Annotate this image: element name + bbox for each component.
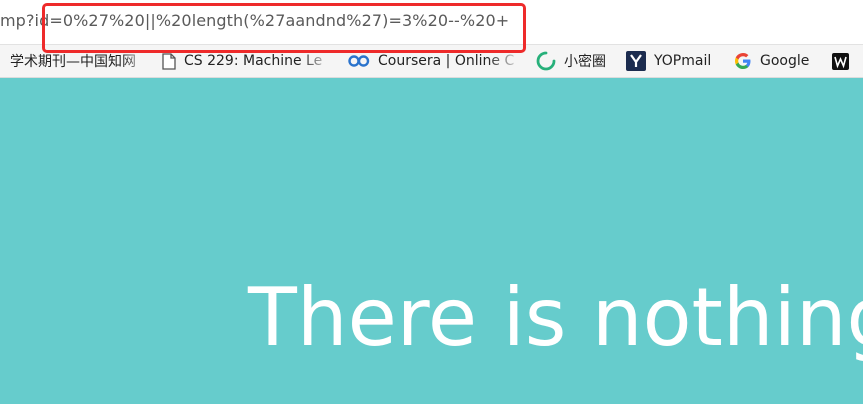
- document-icon: [162, 52, 176, 70]
- bookmark-label: 学术期刊—中国知网: [10, 54, 136, 70]
- bookmark-label: YOPmail: [654, 53, 712, 69]
- bookmark-label: Google: [760, 53, 810, 69]
- coursera-icon: [348, 55, 370, 67]
- bookmark-label: 小密圈: [564, 54, 606, 70]
- bookmark-yopmail[interactable]: YOPmail: [626, 45, 722, 77]
- wordpress-icon: [832, 52, 849, 70]
- bookmark-label: CS 229: Machine Le: [184, 53, 323, 69]
- red-highlight-box: [42, 3, 526, 53]
- google-icon: [734, 52, 752, 70]
- yopmail-icon: [626, 51, 646, 71]
- bookmark-label: Coursera | Online C: [378, 53, 515, 69]
- page-message: There is nothing: [248, 271, 863, 364]
- bookmark-xiaomiquan[interactable]: 小密圈: [536, 45, 616, 77]
- xiaomiquan-icon: [536, 51, 556, 71]
- bookmark-wordpress[interactable]: [832, 45, 863, 77]
- page-content: There is nothing: [0, 78, 863, 404]
- bookmark-google[interactable]: Google: [734, 45, 820, 77]
